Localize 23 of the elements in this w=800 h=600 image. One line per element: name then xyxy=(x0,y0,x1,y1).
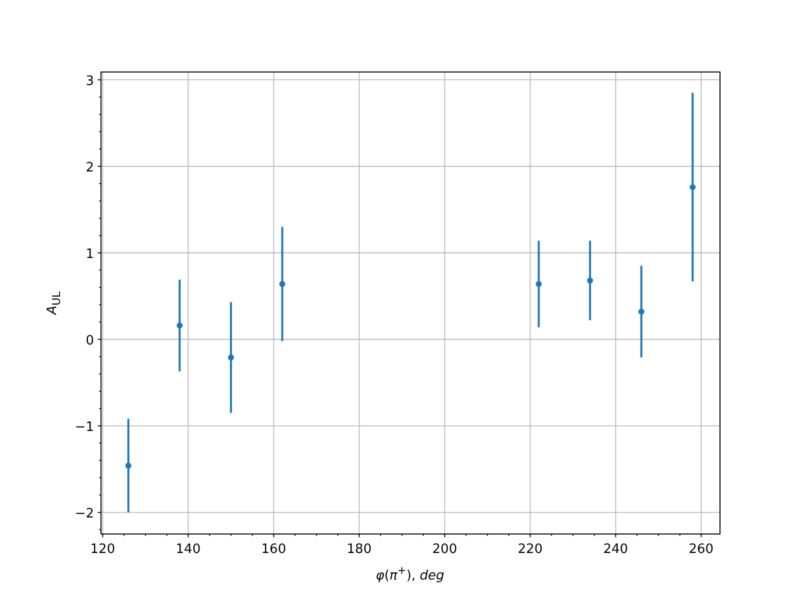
point xyxy=(279,280,286,287)
point xyxy=(536,280,542,287)
tick-label: 220 xyxy=(518,542,543,557)
tick-label: 180 xyxy=(346,542,372,557)
tick-label: 160 xyxy=(261,542,286,557)
tick-label: 0 xyxy=(86,333,94,348)
point xyxy=(125,462,132,469)
point xyxy=(690,184,696,190)
x-axis-label: φ(π$^{+}$), deg xyxy=(376,563,444,584)
point xyxy=(176,322,183,328)
point xyxy=(638,308,644,315)
tick-label: −1 xyxy=(74,420,94,435)
point xyxy=(228,354,234,361)
tick-label: 240 xyxy=(603,542,628,557)
tick-label: 140 xyxy=(176,542,201,557)
tick-label: −2 xyxy=(74,506,94,522)
tick-label: 3 xyxy=(86,74,94,89)
tick-label: 260 xyxy=(688,542,714,557)
tick-label: 120 xyxy=(90,542,116,557)
tick-label: 1 xyxy=(86,246,94,262)
point xyxy=(587,278,594,284)
tick-label: 2 xyxy=(86,160,94,176)
tick-label: 200 xyxy=(432,542,458,557)
